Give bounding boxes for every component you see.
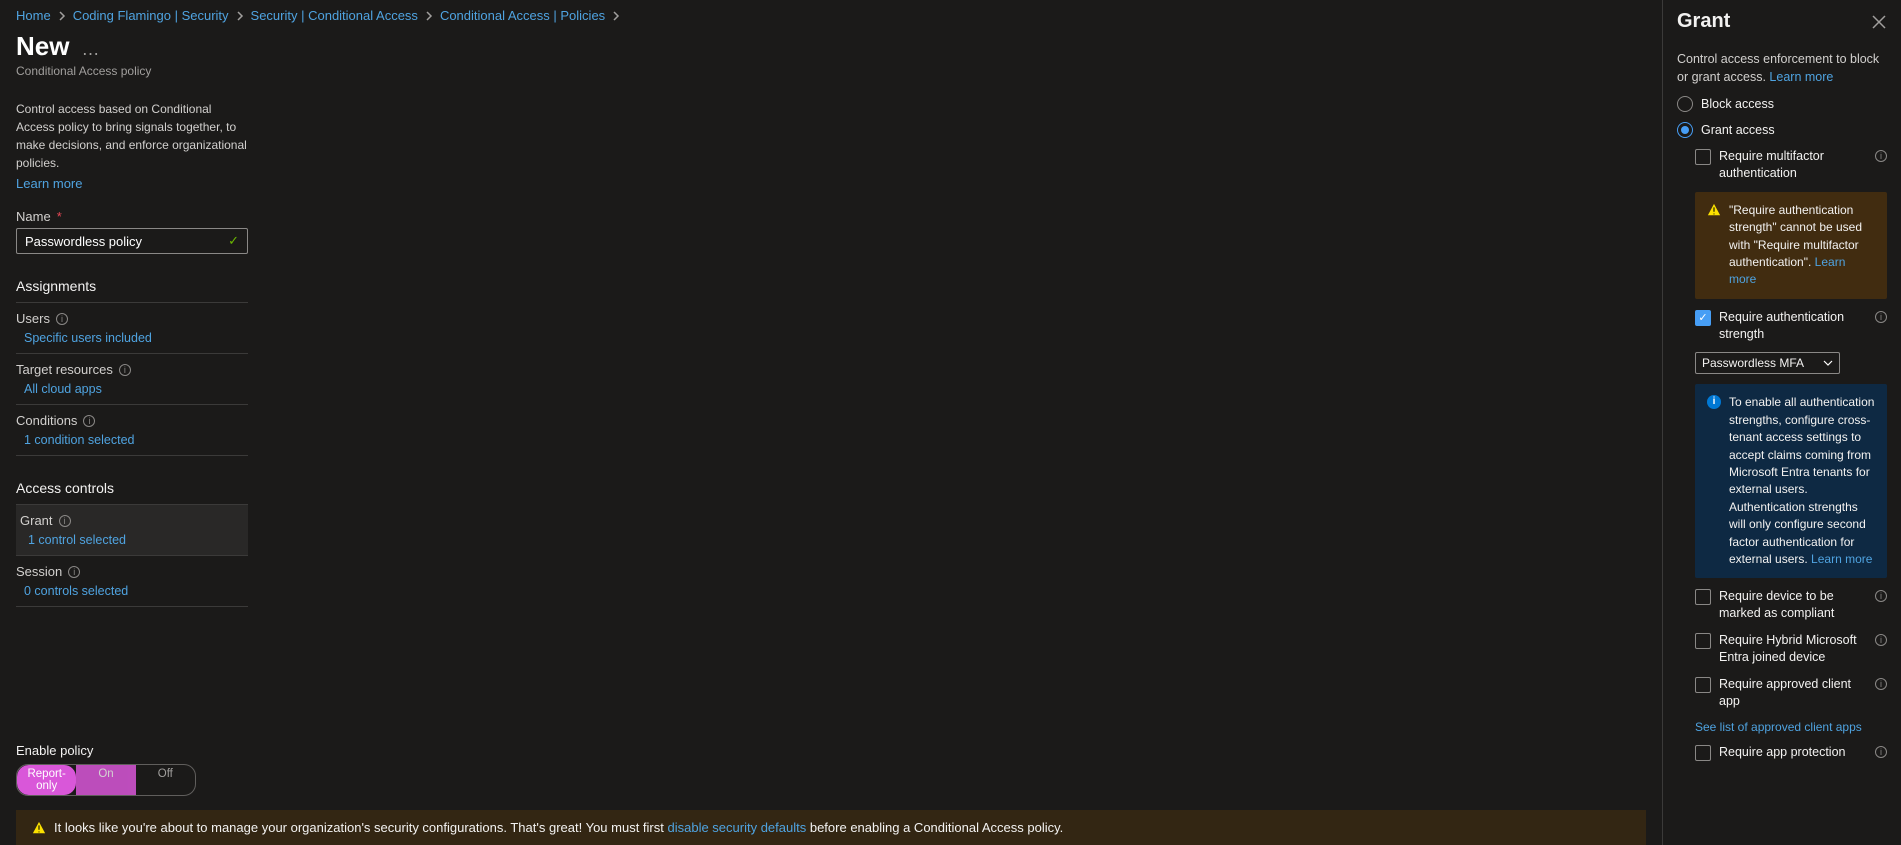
auth-strength-info-callout: i To enable all authentication strengths… bbox=[1695, 384, 1887, 578]
toggle-report-only[interactable]: Report-only bbox=[17, 765, 76, 795]
require-approved-app-label: Require approved client app bbox=[1719, 676, 1867, 710]
info-icon[interactable]: i bbox=[1875, 590, 1887, 602]
breadcrumb-1[interactable]: Coding Flamingo | Security bbox=[73, 8, 229, 23]
warning-icon bbox=[1707, 203, 1721, 217]
name-input[interactable]: Passwordless policy ✓ bbox=[16, 228, 248, 254]
target-label: Target resources bbox=[16, 362, 113, 377]
panel-title: Grant bbox=[1677, 10, 1730, 33]
require-approved-app-checkbox[interactable] bbox=[1695, 677, 1711, 693]
session-link[interactable]: 0 controls selected bbox=[16, 584, 128, 598]
chevron-right-icon bbox=[611, 11, 621, 21]
session-label: Session bbox=[16, 564, 62, 579]
require-mfa-checkbox[interactable] bbox=[1695, 149, 1711, 165]
see-approved-apps-link[interactable]: See list of approved client apps bbox=[1695, 720, 1887, 734]
info-icon[interactable]: i bbox=[68, 566, 80, 578]
grant-access-label: Grant access bbox=[1701, 123, 1775, 137]
info-icon[interactable]: i bbox=[1875, 150, 1887, 162]
users-link[interactable]: Specific users included bbox=[16, 331, 152, 345]
require-compliant-label: Require device to be marked as compliant bbox=[1719, 588, 1867, 622]
chevron-right-icon bbox=[424, 11, 434, 21]
more-menu-icon[interactable]: … bbox=[81, 39, 99, 60]
page-title: New bbox=[16, 31, 69, 62]
info-icon[interactable]: i bbox=[119, 364, 131, 376]
toggle-on[interactable]: On bbox=[76, 765, 135, 795]
grant-link[interactable]: 1 control selected bbox=[20, 533, 126, 547]
require-mfa-label: Require multifactor authentication bbox=[1719, 148, 1867, 182]
intro-text: Control access based on Conditional Acce… bbox=[16, 100, 248, 172]
info-icon[interactable]: i bbox=[1875, 311, 1887, 323]
require-auth-strength-checkbox[interactable] bbox=[1695, 310, 1711, 326]
info-icon: i bbox=[1707, 395, 1721, 409]
page-subtitle: Conditional Access policy bbox=[16, 64, 1646, 78]
require-app-protection-checkbox[interactable] bbox=[1695, 745, 1711, 761]
require-auth-strength-label: Require authentication strength bbox=[1719, 309, 1867, 343]
breadcrumb-3[interactable]: Conditional Access | Policies bbox=[440, 8, 605, 23]
grant-access-radio[interactable]: Grant access bbox=[1677, 122, 1887, 138]
name-label: Name bbox=[16, 209, 51, 224]
require-app-protection-label: Require app protection bbox=[1719, 744, 1867, 761]
warning-icon bbox=[32, 821, 46, 835]
close-icon[interactable] bbox=[1871, 14, 1887, 30]
assignments-heading: Assignments bbox=[16, 278, 248, 303]
chevron-right-icon bbox=[57, 11, 67, 21]
enable-policy-toggle[interactable]: Report-only On Off bbox=[16, 764, 196, 796]
breadcrumb-home[interactable]: Home bbox=[16, 8, 51, 23]
grant-label: Grant bbox=[20, 513, 53, 528]
users-label: Users bbox=[16, 311, 50, 326]
radio-icon bbox=[1677, 122, 1693, 138]
warn-text-1: It looks like you're about to manage you… bbox=[54, 820, 667, 835]
disable-security-defaults-link[interactable]: disable security defaults bbox=[667, 820, 806, 835]
conditions-link[interactable]: 1 condition selected bbox=[16, 433, 135, 447]
warn-text-2: before enabling a Conditional Access pol… bbox=[806, 820, 1063, 835]
require-hybrid-checkbox[interactable] bbox=[1695, 633, 1711, 649]
info-icon[interactable]: i bbox=[1875, 746, 1887, 758]
intro-learn-more[interactable]: Learn more bbox=[16, 176, 82, 191]
block-access-radio[interactable]: Block access bbox=[1677, 96, 1887, 112]
auth-strength-learn-more[interactable]: Learn more bbox=[1811, 552, 1872, 566]
target-link[interactable]: All cloud apps bbox=[16, 382, 102, 396]
info-icon[interactable]: i bbox=[1875, 678, 1887, 690]
breadcrumb-2[interactable]: Security | Conditional Access bbox=[251, 8, 418, 23]
warning-bar: It looks like you're about to manage you… bbox=[16, 810, 1646, 845]
chevron-down-icon bbox=[1823, 358, 1833, 368]
auth-strength-info-text: To enable all authentication strengths, … bbox=[1729, 395, 1874, 566]
require-compliant-checkbox[interactable] bbox=[1695, 589, 1711, 605]
enable-policy-label: Enable policy bbox=[16, 743, 1646, 758]
auth-strength-value: Passwordless MFA bbox=[1702, 356, 1804, 370]
info-icon[interactable]: i bbox=[56, 313, 68, 325]
check-icon: ✓ bbox=[228, 233, 239, 249]
access-controls-heading: Access controls bbox=[16, 480, 248, 505]
info-icon[interactable]: i bbox=[83, 415, 95, 427]
info-icon[interactable]: i bbox=[1875, 634, 1887, 646]
auth-strength-dropdown[interactable]: Passwordless MFA bbox=[1695, 352, 1840, 374]
mfa-warning-callout: "Require authentication strength" cannot… bbox=[1695, 192, 1887, 299]
chevron-right-icon bbox=[235, 11, 245, 21]
name-value: Passwordless policy bbox=[25, 234, 142, 249]
toggle-off[interactable]: Off bbox=[136, 765, 195, 795]
conditions-label: Conditions bbox=[16, 413, 77, 428]
block-access-label: Block access bbox=[1701, 97, 1774, 111]
breadcrumb: Home Coding Flamingo | Security Security… bbox=[0, 0, 1662, 31]
require-hybrid-label: Require Hybrid Microsoft Entra joined de… bbox=[1719, 632, 1867, 666]
radio-icon bbox=[1677, 96, 1693, 112]
panel-learn-more[interactable]: Learn more bbox=[1769, 70, 1833, 84]
info-icon[interactable]: i bbox=[59, 515, 71, 527]
